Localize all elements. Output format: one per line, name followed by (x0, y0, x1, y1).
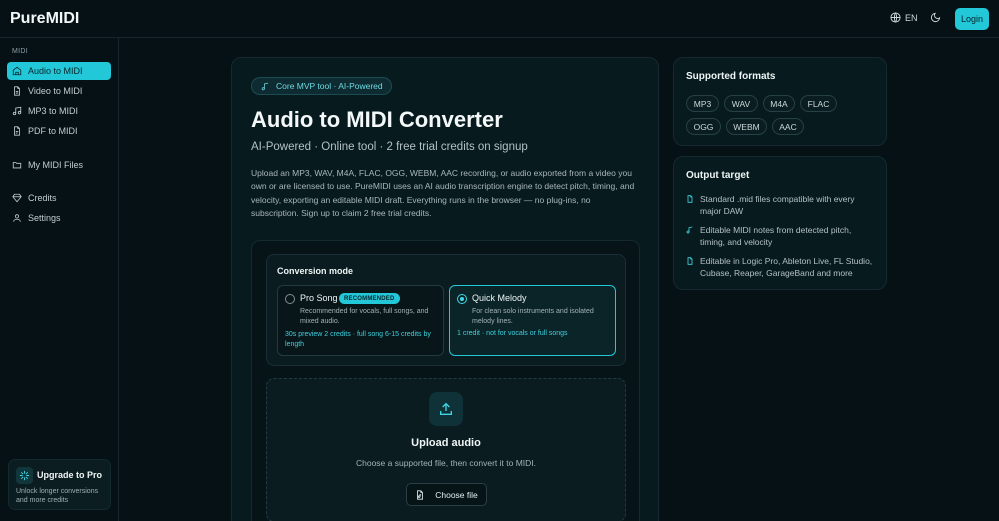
tool-tag: Core MVP tool · AI-Powered (251, 77, 392, 95)
format-chip: AAC (772, 118, 804, 135)
choose-file-label: Choose file (435, 489, 478, 500)
folder-icon (12, 160, 22, 170)
output-item-text: Editable MIDI notes from detected pitch,… (700, 225, 852, 247)
pdf-file-icon (12, 126, 22, 136)
gem-icon (12, 193, 22, 203)
sidebar-item-mp3-to-midi[interactable]: MP3 to MIDI (7, 102, 111, 120)
upgrade-title: Upgrade to Pro (37, 470, 103, 480)
sidebar-item-settings[interactable]: Settings (7, 209, 111, 227)
format-chip: WAV (724, 95, 758, 112)
upload-title: Upload audio (411, 437, 481, 449)
output-item: Editable in Logic Pro, Ableton Live, FL … (686, 255, 882, 279)
supported-formats-card: Supported formats MP3 WAV M4A FLAC OGG W… (673, 57, 887, 146)
file-audio-icon (415, 489, 425, 500)
sidebar-item-label: PDF to MIDI (28, 126, 78, 136)
moon-icon (930, 12, 941, 23)
music-note-icon (686, 224, 694, 248)
radio-button[interactable] (285, 294, 295, 304)
video-file-icon (12, 86, 22, 96)
sidebar-item-label: Settings (28, 213, 61, 223)
format-chip: MP3 (686, 95, 719, 112)
sidebar-item-audio-to-midi[interactable]: Audio to MIDI (7, 62, 111, 80)
globe-icon (890, 12, 901, 23)
output-item-text: Editable in Logic Pro, Ableton Live, FL … (700, 256, 873, 278)
recommended-badge: RECOMMENDED (339, 293, 400, 304)
page-title: Audio to MIDI Converter (251, 107, 503, 132)
output-item: Editable MIDI notes from detected pitch,… (686, 224, 878, 248)
user-icon (12, 213, 22, 223)
converter-panel: Conversion mode Pro Song RECOMMENDED Rec… (251, 240, 640, 521)
sidebar-item-credits[interactable]: Credits (7, 189, 111, 207)
upgrade-to-pro-card[interactable]: Upgrade to Pro Unlock longer conversions… (8, 459, 111, 510)
converter-card: Core MVP tool · AI-Powered Audio to MIDI… (231, 57, 659, 521)
output-target-card: Output target Standard .mid files compat… (673, 156, 887, 290)
top-bar: PureMIDI EN Login (0, 0, 999, 38)
output-target-title: Output target (686, 170, 750, 181)
option-description: Recommended for vocals, full songs, and … (300, 308, 429, 325)
sidebar-item-pdf-to-midi[interactable]: PDF to MIDI (7, 122, 111, 140)
music-note-icon (261, 82, 270, 91)
conversion-mode-title: Conversion mode (277, 266, 354, 276)
supported-formats-title: Supported formats (686, 71, 776, 82)
mode-option-pro-song[interactable]: Pro Song RECOMMENDED Recommended for voc… (277, 285, 444, 356)
option-description: For clean solo instruments and isolated … (472, 308, 594, 325)
option-credit-note: 1 credit · not for vocals or full songs (457, 330, 568, 337)
sidebar-item-label: Credits (28, 193, 57, 203)
upload-description: Choose a supported file, then convert it… (355, 458, 536, 468)
format-chip: FLAC (800, 95, 837, 112)
format-chip: WEBM (726, 118, 767, 135)
option-credit-note: 30s preview 2 credits · full song 6-15 c… (285, 331, 431, 348)
upload-icon (429, 392, 463, 426)
upgrade-description: Unlock longer conversions and more credi… (16, 488, 99, 504)
sidebar-section-label: MIDI (12, 48, 28, 55)
sidebar-item-video-to-midi[interactable]: Video to MIDI (7, 82, 111, 100)
sidebar-item-my-midi-files[interactable]: My MIDI Files (7, 156, 111, 174)
language-label: EN (905, 12, 918, 23)
option-name: Quick Melody (472, 293, 527, 303)
format-chip: M4A (763, 95, 795, 112)
brand-logo[interactable]: PureMIDI (10, 10, 79, 28)
choose-file-button[interactable]: Choose file (406, 483, 487, 506)
sparkle-icon (16, 467, 33, 484)
option-name: Pro Song (300, 293, 338, 303)
page-description: Upload an MP3, WAV, M4A, FLAC, OGG, WEBM… (251, 168, 635, 218)
music-note-icon (12, 106, 22, 116)
language-switcher[interactable]: EN (890, 12, 918, 23)
theme-toggle[interactable] (930, 12, 941, 23)
upload-dropzone[interactable]: Upload audio Choose a supported file, th… (266, 378, 626, 521)
sidebar-item-label: Video to MIDI (28, 86, 83, 96)
sidebar: MIDI Audio to MIDI Video to MIDI MP3 to … (0, 38, 119, 521)
page-subtitle: AI-Powered · Online tool · 2 free trial … (251, 141, 528, 153)
format-chip: OGG (686, 118, 721, 135)
output-item: Standard .mid files compatible with ever… (686, 193, 878, 217)
output-item-text: Standard .mid files compatible with ever… (700, 194, 855, 216)
radio-button-selected[interactable] (457, 294, 467, 304)
login-button[interactable]: Login (955, 8, 989, 30)
sidebar-item-label: MP3 to MIDI (28, 106, 79, 116)
audio-file-icon (12, 66, 22, 76)
sidebar-item-label: Audio to MIDI (28, 66, 83, 76)
file-icon (686, 193, 694, 217)
sidebar-item-label: My MIDI Files (28, 160, 83, 170)
mode-option-quick-melody[interactable]: Quick Melody For clean solo instruments … (449, 285, 616, 356)
tool-tag-label: Core MVP tool · AI-Powered (276, 81, 383, 91)
conversion-mode-section: Conversion mode Pro Song RECOMMENDED Rec… (266, 254, 626, 366)
file-icon (686, 255, 694, 279)
